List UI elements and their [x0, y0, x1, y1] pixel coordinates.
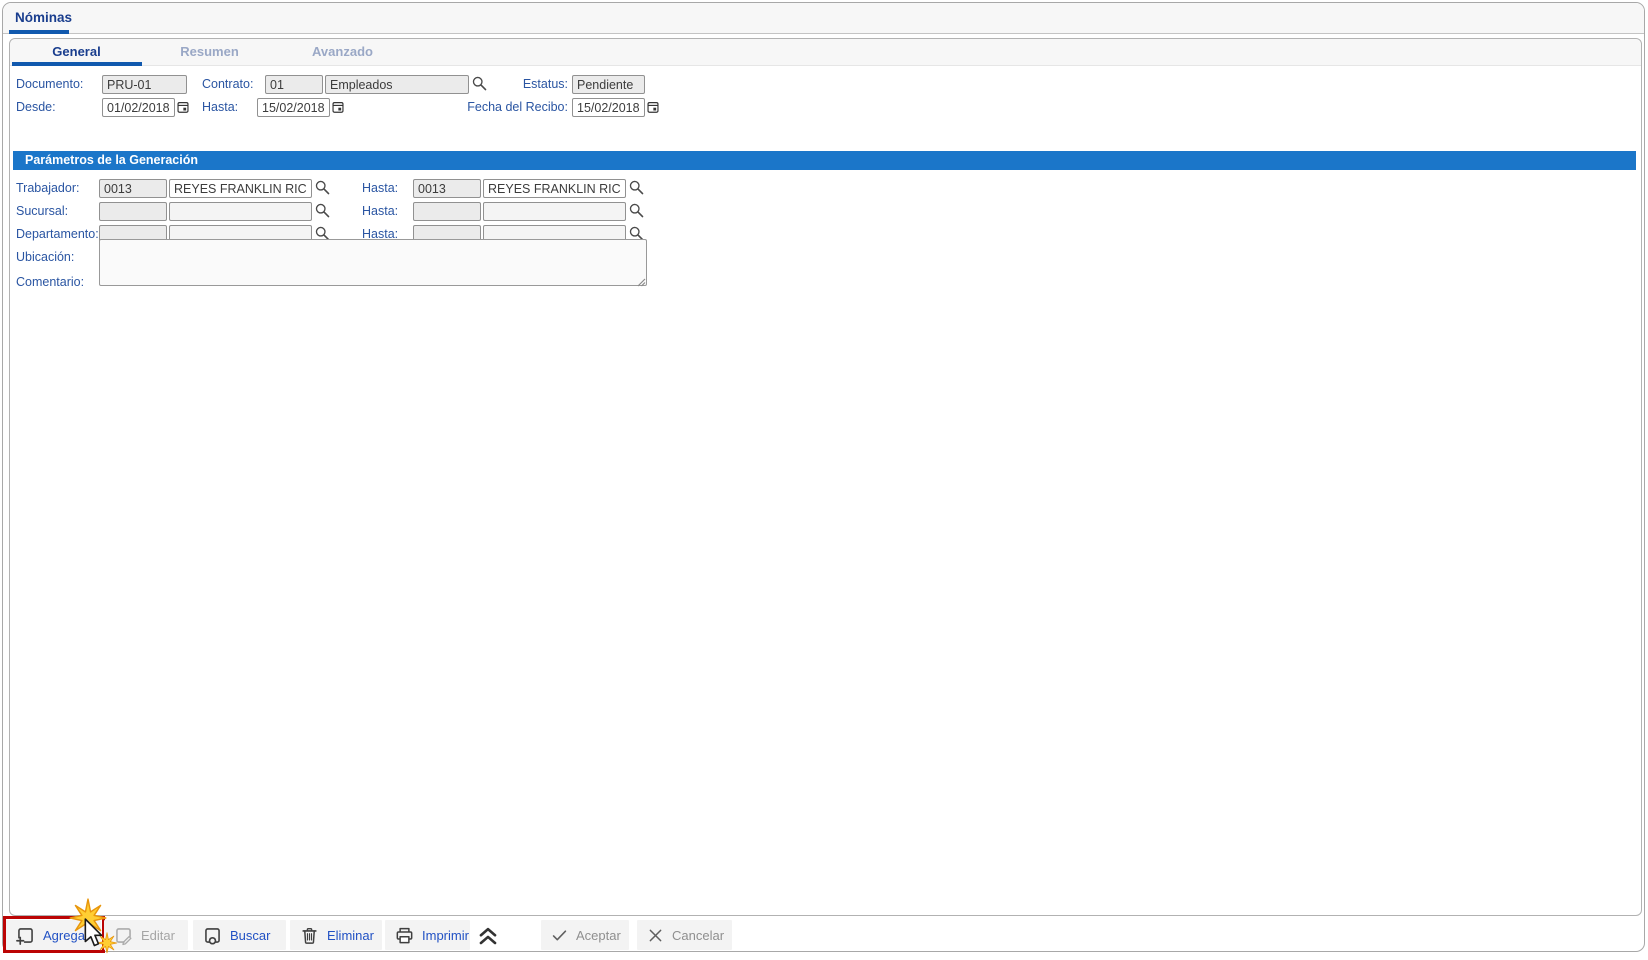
eliminar-button[interactable]: Eliminar: [290, 920, 382, 950]
cancelar-button[interactable]: Cancelar: [637, 920, 732, 950]
sucursal-name-field[interactable]: [169, 202, 312, 221]
tab-active-indicator: [12, 62, 142, 66]
fecha-recibo-label: Fecha del Recibo:: [430, 98, 568, 117]
buscar-button[interactable]: Buscar: [193, 920, 286, 950]
edit-document-icon: [113, 925, 134, 946]
departamento-label: Departamento:: [16, 225, 99, 244]
estatus-field[interactable]: [572, 75, 645, 94]
printer-icon: [394, 925, 415, 946]
x-icon: [646, 926, 665, 945]
hasta-field[interactable]: [257, 98, 330, 117]
trabajador-code-field[interactable]: [99, 179, 167, 198]
imprimir-button[interactable]: Imprimir: [385, 920, 470, 950]
calendar-icon[interactable]: [646, 100, 660, 114]
resize-grip-icon[interactable]: [637, 274, 646, 292]
add-document-icon: [15, 925, 36, 946]
sucursal-hasta-label: Hasta:: [362, 202, 398, 221]
contrato-name-field[interactable]: [325, 75, 469, 94]
documento-label: Documento:: [16, 75, 83, 94]
comentario-label: Comentario:: [16, 273, 84, 292]
sucursal-hasta-name-field[interactable]: [483, 202, 626, 221]
check-icon: [550, 926, 569, 945]
tab-resumen[interactable]: Resumen: [143, 39, 276, 66]
ubicacion-label: Ubicación:: [16, 248, 74, 267]
title-bar: Nóminas: [3, 3, 1644, 34]
desde-field[interactable]: [102, 98, 175, 117]
page-title: Nóminas: [15, 10, 72, 25]
sucursal-hasta-code-field[interactable]: [413, 202, 481, 221]
trabajador-hasta-code-field[interactable]: [413, 179, 481, 198]
fecha-recibo-field[interactable]: [572, 98, 645, 117]
form-content: Documento: Contrato: Estatus: Desde: Has…: [10, 67, 1641, 915]
section-header: Parámetros de la Generación: [13, 151, 1636, 170]
contrato-label: Contrato:: [202, 75, 253, 94]
agregar-button[interactable]: Agregar: [6, 920, 101, 950]
trabajador-name-field[interactable]: [169, 179, 312, 198]
sucursal-label: Sucursal:: [16, 202, 68, 221]
search-icon[interactable]: [471, 75, 488, 92]
documento-field[interactable]: [102, 75, 187, 94]
calendar-icon[interactable]: [176, 100, 190, 114]
comentario-field[interactable]: [99, 239, 647, 286]
desde-label: Desde:: [16, 98, 56, 117]
action-toolbar: Agregar Editar Buscar Eliminar Imprimir: [3, 918, 1644, 954]
trash-icon: [299, 925, 320, 946]
search-icon[interactable]: [314, 179, 331, 196]
calendar-icon[interactable]: [331, 100, 345, 114]
editar-button[interactable]: Editar: [104, 920, 188, 950]
app-window: Nóminas General Resumen Avanzado Documen…: [2, 2, 1645, 952]
sucursal-code-field[interactable]: [99, 202, 167, 221]
trabajador-hasta-name-field[interactable]: [483, 179, 626, 198]
search-document-icon: [202, 925, 223, 946]
aceptar-button[interactable]: Aceptar: [541, 920, 629, 950]
trabajador-label: Trabajador:: [16, 179, 79, 198]
search-icon[interactable]: [314, 202, 331, 219]
search-icon[interactable]: [628, 202, 645, 219]
search-icon[interactable]: [628, 179, 645, 196]
tab-avanzado[interactable]: Avanzado: [276, 39, 409, 66]
hasta-label: Hasta:: [202, 98, 238, 117]
trabajador-hasta-label: Hasta:: [362, 179, 398, 198]
tab-strip: General Resumen Avanzado: [10, 39, 1641, 66]
contrato-code-field[interactable]: [265, 75, 323, 94]
title-active-indicator: [9, 30, 69, 34]
main-panel: General Resumen Avanzado Documento: Cont…: [9, 38, 1642, 916]
estatus-label: Estatus:: [490, 75, 568, 94]
collapse-icon[interactable]: [475, 922, 501, 953]
